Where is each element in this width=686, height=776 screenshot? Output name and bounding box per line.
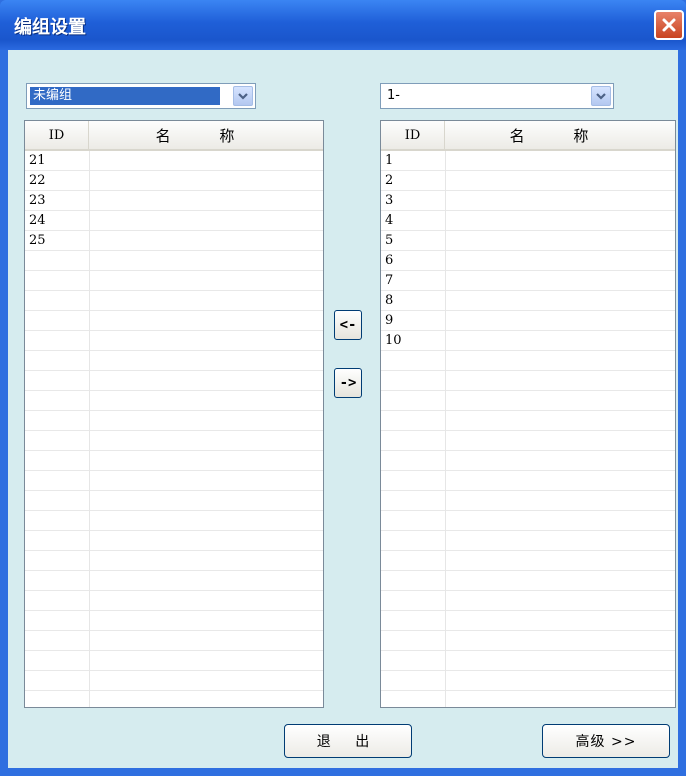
right-list-name-header[interactable]: 名 称 xyxy=(445,121,675,151)
row-id: 24 xyxy=(29,213,46,228)
left-group-select[interactable]: 未编组 xyxy=(26,83,256,109)
group-settings-window: 编组设置 未编组 1- ID 名 称 21 22 23 24 25 <- -> … xyxy=(0,0,686,776)
advanced-button-label: 高级 >> xyxy=(575,734,637,750)
table-row[interactable]: 23 xyxy=(25,191,323,211)
right-list-header: ID 名 称 xyxy=(381,121,675,151)
right-group-select[interactable]: 1- xyxy=(380,83,614,109)
close-icon xyxy=(662,18,676,32)
table-row[interactable]: 8 xyxy=(381,291,675,311)
table-row[interactable]: 5 xyxy=(381,231,675,251)
right-group-dropdown-button[interactable] xyxy=(591,86,611,106)
row-id: 3 xyxy=(385,193,394,208)
left-item-list[interactable]: ID 名 称 21 22 23 24 25 xyxy=(24,120,324,708)
row-id: 9 xyxy=(385,313,394,328)
row-id: 22 xyxy=(29,173,46,188)
exit-button-label: 退 出 xyxy=(316,734,380,750)
right-list-rows: 1 2 3 4 5 6 7 8 9 10 xyxy=(381,151,675,707)
advanced-button[interactable]: 高级 >> xyxy=(542,724,670,758)
row-id: 7 xyxy=(385,273,394,288)
exit-button[interactable]: 退 出 xyxy=(284,724,412,758)
table-row[interactable]: 22 xyxy=(25,171,323,191)
table-row[interactable]: 10 xyxy=(381,331,675,351)
row-id: 4 xyxy=(385,213,394,228)
close-button[interactable] xyxy=(654,10,684,40)
row-id: 25 xyxy=(29,233,46,248)
right-list-id-header[interactable]: ID xyxy=(381,121,445,151)
table-row[interactable]: 2 xyxy=(381,171,675,191)
left-list-rows: 21 22 23 24 25 xyxy=(25,151,323,707)
chevron-down-icon xyxy=(238,93,248,100)
row-id: 8 xyxy=(385,293,394,308)
title-bar[interactable]: 编组设置 xyxy=(0,0,686,50)
row-id: 1 xyxy=(385,153,394,168)
left-group-select-value: 未编组 xyxy=(30,87,220,105)
table-row[interactable]: 21 xyxy=(25,151,323,171)
table-row[interactable]: 25 xyxy=(25,231,323,251)
table-row[interactable]: 1 xyxy=(381,151,675,171)
right-group-select-value: 1- xyxy=(387,88,400,103)
left-group-dropdown-button[interactable] xyxy=(233,86,253,106)
row-id: 10 xyxy=(385,333,402,348)
row-id: 21 xyxy=(29,153,46,168)
left-list-header: ID 名 称 xyxy=(25,121,323,151)
left-list-name-header[interactable]: 名 称 xyxy=(89,121,323,151)
table-row[interactable]: 24 xyxy=(25,211,323,231)
row-id: 5 xyxy=(385,233,394,248)
row-id: 23 xyxy=(29,193,46,208)
move-left-button[interactable]: <- xyxy=(334,310,362,340)
chevron-down-icon xyxy=(596,93,606,100)
table-row[interactable]: 7 xyxy=(381,271,675,291)
window-title: 编组设置 xyxy=(14,17,86,38)
table-row[interactable]: 3 xyxy=(381,191,675,211)
right-item-list[interactable]: ID 名 称 1 2 3 4 5 6 7 8 9 10 xyxy=(380,120,676,708)
table-row[interactable]: 9 xyxy=(381,311,675,331)
left-list-id-header[interactable]: ID xyxy=(25,121,89,151)
move-right-button[interactable]: -> xyxy=(334,368,362,398)
table-row[interactable]: 4 xyxy=(381,211,675,231)
row-id: 6 xyxy=(385,253,394,268)
row-id: 2 xyxy=(385,173,394,188)
table-row[interactable]: 6 xyxy=(381,251,675,271)
